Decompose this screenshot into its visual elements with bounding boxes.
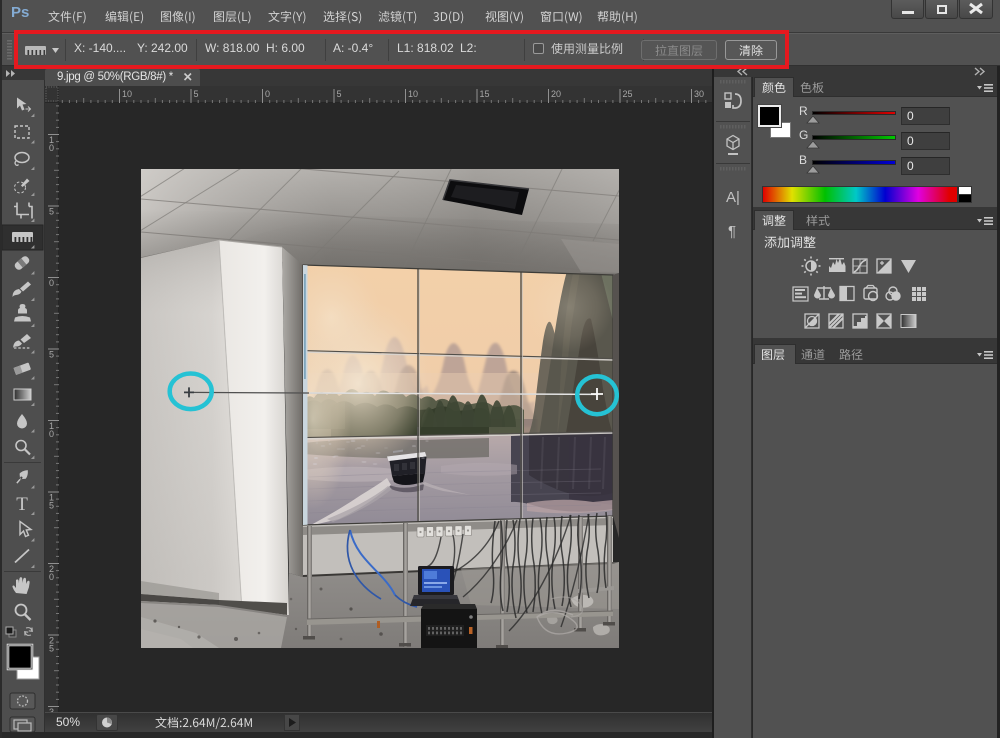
svg-text:15: 15 [480,89,490,99]
svg-text:5: 5 [49,644,54,654]
svg-text:T: T [16,494,28,515]
svg-text:20: 20 [551,89,561,99]
svg-text:10: 10 [122,89,132,99]
svg-text:0: 0 [49,143,54,153]
svg-text:0: 0 [49,429,54,439]
svg-text:10: 10 [408,89,418,99]
svg-text:5: 5 [49,350,54,360]
svg-text:5: 5 [337,89,342,99]
svg-text:0: 0 [265,89,270,99]
svg-text:5: 5 [49,207,54,217]
svg-text:5: 5 [49,501,54,511]
svg-text:0: 0 [49,278,54,288]
svg-text:25: 25 [623,89,633,99]
svg-text:3: 3 [49,707,54,712]
svg-text:0: 0 [49,572,54,582]
svg-text:5: 5 [194,89,199,99]
